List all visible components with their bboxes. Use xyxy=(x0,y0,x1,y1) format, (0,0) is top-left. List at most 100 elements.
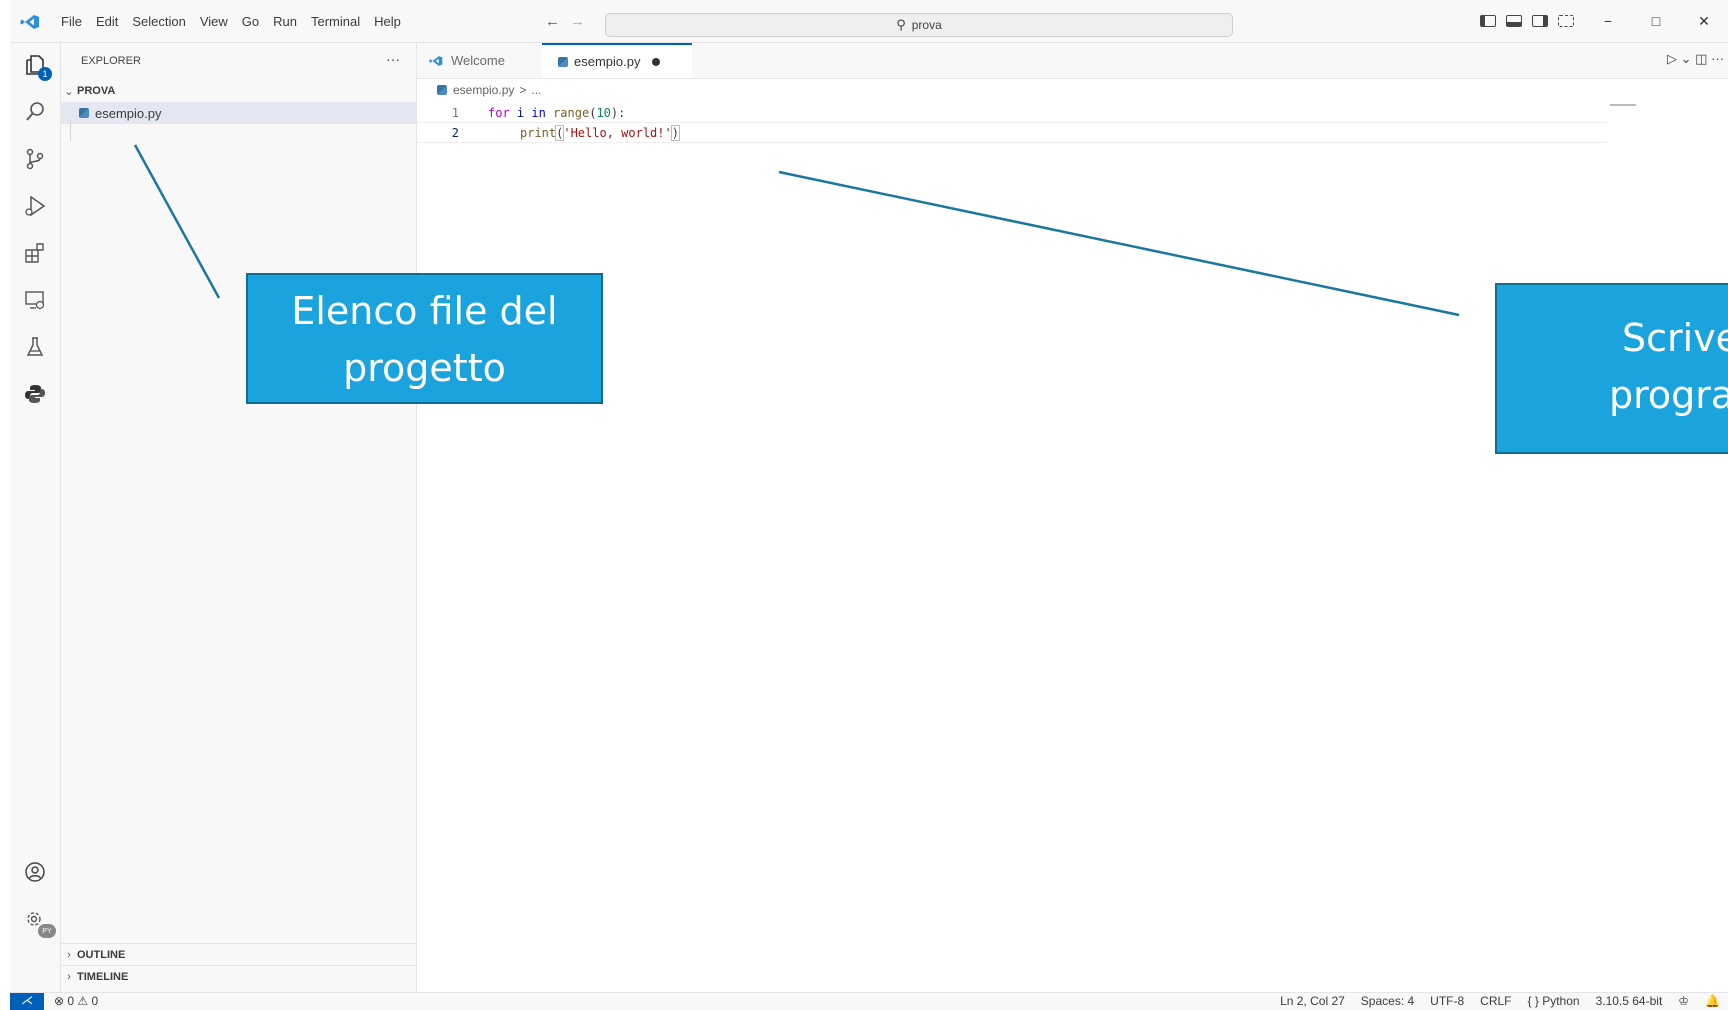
nav-arrows: ←→ xyxy=(545,13,595,30)
menu-view[interactable]: View xyxy=(193,14,235,29)
file-item-esempio[interactable]: esempio.py xyxy=(61,102,416,124)
breadcrumb-rest[interactable]: ... xyxy=(531,83,541,97)
end-of-line[interactable]: CRLF xyxy=(1480,994,1511,1008)
run-debug-activity[interactable] xyxy=(10,184,60,228)
toggle-panel-icon[interactable] xyxy=(1506,15,1522,27)
indent-guide xyxy=(70,122,71,141)
bell-icon[interactable]: 🔔 xyxy=(1705,994,1720,1008)
code-line[interactable]: 1 for i in range(10): xyxy=(417,103,1607,122)
code-text: for i in range(10): xyxy=(488,105,626,120)
remote-explorer-activity[interactable] xyxy=(10,278,60,322)
status-right: Ln 2, Col 27 Spaces: 4 UTF-8 CRLF { } Py… xyxy=(1280,994,1720,1008)
tab-welcome[interactable]: Welcome xyxy=(417,43,542,78)
extensions-icon xyxy=(25,243,44,263)
toggle-primary-sidebar-icon[interactable] xyxy=(1480,15,1496,27)
maximize-button[interactable]: □ xyxy=(1632,13,1680,29)
back-arrow-icon[interactable]: ← xyxy=(545,13,570,30)
explorer-sidebar: EXPLORER ··· ⌄ PROVA esempio.py › OUTLIN… xyxy=(61,43,417,992)
chevron-right-icon: › xyxy=(67,971,71,983)
menu-go[interactable]: Go xyxy=(235,14,266,29)
python-file-icon xyxy=(558,56,568,67)
outline-section[interactable]: › OUTLINE xyxy=(61,943,416,966)
language-mode[interactable]: { } Python xyxy=(1528,994,1580,1008)
customize-layout-icon[interactable] xyxy=(1558,15,1574,27)
editor-tabs: Welcome esempio.py ▷ ⌄ ◫ ··· xyxy=(417,43,1728,79)
status-bar: ⋌ ⊗ 0 ⚠ 0 Ln 2, Col 27 Spaces: 4 UTF-8 C… xyxy=(10,992,1728,1010)
vscode-logo-icon xyxy=(20,15,39,29)
python-activity[interactable] xyxy=(10,372,60,416)
search-activity[interactable] xyxy=(10,90,60,134)
callout-text-line1: Scrive xyxy=(1622,316,1728,360)
accounts-activity[interactable] xyxy=(10,850,60,894)
menu-terminal[interactable]: Terminal xyxy=(304,14,367,29)
manage-activity[interactable]: PY xyxy=(10,898,60,942)
account-icon xyxy=(25,862,45,882)
code-editor[interactable]: 1 for i in range(10): 2 print('Hello, wo… xyxy=(417,100,1728,992)
timeline-label: TIMELINE xyxy=(77,971,129,983)
python-interpreter[interactable]: 3.10.5 64-bit xyxy=(1596,994,1663,1008)
unsaved-dot-icon[interactable] xyxy=(652,57,661,66)
problems-indicator[interactable]: ⊗ 0 ⚠ 0 xyxy=(54,994,98,1008)
remote-indicator[interactable]: ⋌ xyxy=(10,993,44,1010)
source-control-icon xyxy=(26,148,44,170)
python-icon xyxy=(25,385,45,403)
activity-bar: 1 PY xyxy=(10,43,61,992)
menu-file[interactable]: File xyxy=(54,14,89,29)
encoding[interactable]: UTF-8 xyxy=(1430,994,1464,1008)
python-file-icon xyxy=(437,85,447,95)
close-button[interactable]: ✕ xyxy=(1680,13,1728,30)
indentation[interactable]: Spaces: 4 xyxy=(1361,994,1414,1008)
minimap[interactable] xyxy=(1610,104,1636,106)
window-controls: − □ ✕ xyxy=(1480,0,1728,42)
remote-explorer-icon xyxy=(25,291,45,310)
timeline-section[interactable]: › TIMELINE xyxy=(61,965,416,988)
sidebar-more-button[interactable]: ··· xyxy=(386,51,400,67)
folder-prova[interactable]: ⌄ PROVA xyxy=(61,81,416,101)
menu-selection[interactable]: Selection xyxy=(125,14,192,29)
explorer-activity[interactable]: 1 xyxy=(10,43,60,87)
search-icon: ⚲ xyxy=(896,17,906,32)
outline-label: OUTLINE xyxy=(77,949,126,961)
menu-edit[interactable]: Edit xyxy=(89,14,125,29)
title-bar: File Edit Selection View Go Run Terminal… xyxy=(10,0,1728,43)
explorer-badge: 1 xyxy=(38,67,52,81)
command-center-search[interactable]: ⚲ prova xyxy=(605,13,1233,37)
folder-label: PROVA xyxy=(77,85,116,97)
forward-arrow-icon[interactable]: → xyxy=(570,13,595,30)
tab-label: Welcome xyxy=(451,53,505,68)
minimize-button[interactable]: − xyxy=(1584,13,1632,29)
sidebar-title: EXPLORER xyxy=(81,55,141,67)
breadcrumb-file[interactable]: esempio.py xyxy=(453,83,514,97)
run-debug-icon xyxy=(25,195,46,217)
cursor-position[interactable]: Ln 2, Col 27 xyxy=(1280,994,1345,1008)
search-icon xyxy=(26,102,44,121)
profile-badge: PY xyxy=(38,924,56,938)
chevron-right-icon: › xyxy=(67,949,71,961)
callout-text-line2: progra xyxy=(1609,373,1728,417)
chevron-down-icon: ⌄ xyxy=(64,85,74,98)
callout-text-line1: Elenco file del xyxy=(291,289,558,333)
python-file-icon xyxy=(79,108,89,118)
tab-label: esempio.py xyxy=(574,54,641,69)
menu-bar: File Edit Selection View Go Run Terminal… xyxy=(54,0,408,42)
tab-esempio-py[interactable]: esempio.py xyxy=(542,43,692,78)
line-number: 1 xyxy=(451,105,459,120)
toggle-secondary-sidebar-icon[interactable] xyxy=(1532,15,1548,27)
menu-help[interactable]: Help xyxy=(367,14,408,29)
callout-file-list: Elenco file del progetto xyxy=(246,273,603,404)
source-control-activity[interactable] xyxy=(10,137,60,181)
code-text: print('Hello, world!') xyxy=(520,124,681,141)
editor-actions[interactable]: ▷ ⌄ ◫ ··· xyxy=(1667,51,1724,67)
menu-run[interactable]: Run xyxy=(266,14,304,29)
code-line-current[interactable]: 2 print('Hello, world!') xyxy=(417,122,1607,143)
callout-write-program: Scrive progra xyxy=(1495,283,1728,454)
vscode-logo-icon xyxy=(429,55,443,66)
breadcrumb: esempio.py > ... xyxy=(437,83,541,97)
line-number: 2 xyxy=(451,125,459,140)
extensions-activity[interactable] xyxy=(10,231,60,275)
testing-activity[interactable] xyxy=(10,325,60,369)
breadcrumb-separator: > xyxy=(519,83,527,97)
feedback-icon[interactable]: ♔ xyxy=(1678,994,1689,1008)
beaker-icon xyxy=(26,337,44,356)
file-label: esempio.py xyxy=(95,105,162,121)
